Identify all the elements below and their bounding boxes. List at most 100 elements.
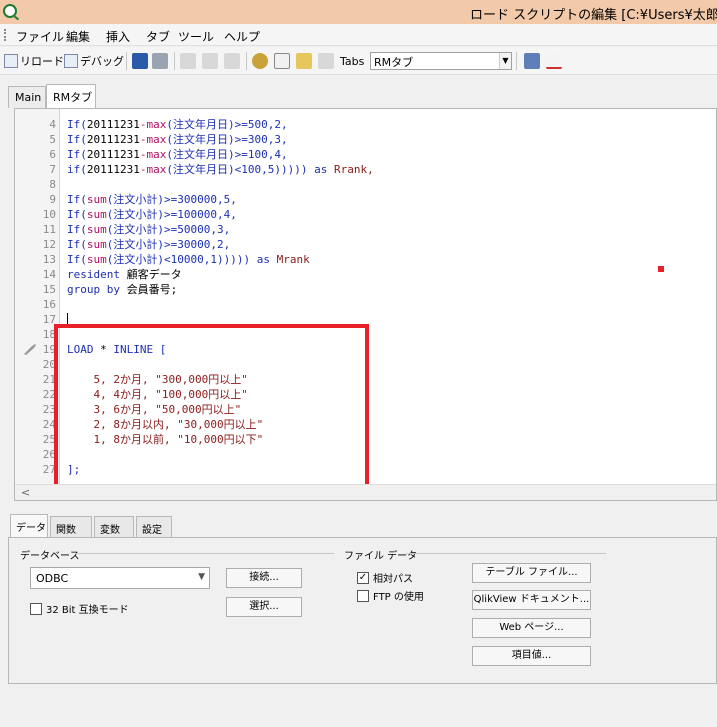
- line-number: 22: [42, 388, 56, 401]
- file-data-divider: [406, 553, 606, 554]
- horizontal-scrollbar[interactable]: <: [15, 484, 716, 500]
- relative-path-checkbox[interactable]: ✓ 相対パス: [357, 570, 413, 585]
- code-text: If(sum(注文小計)<10000,1))))) as Mrank: [67, 253, 310, 266]
- toolbar-separator: [126, 52, 127, 70]
- code-line[interactable]: 9 If(sum(注文小計)>=300000,5,: [15, 192, 715, 207]
- qlikview-app-icon: [3, 4, 17, 18]
- chevron-down-icon: ▼: [198, 572, 205, 582]
- code-line[interactable]: 4 If(20111231-max(注文年月日)>=500,2,: [15, 117, 715, 132]
- line-number: 25: [42, 433, 56, 446]
- code-line[interactable]: 15 group by 会員番号;: [15, 282, 715, 297]
- tab-right-icon[interactable]: [318, 53, 334, 69]
- tab-main[interactable]: Main: [8, 86, 46, 108]
- table-file-button[interactable]: テーブル ファイル...: [472, 563, 591, 583]
- tab-variables[interactable]: 変数: [94, 516, 134, 537]
- compat-checkbox[interactable]: 32 Bit 互換モード: [30, 601, 129, 616]
- menu-edit[interactable]: 編集: [66, 28, 90, 45]
- menu-tools[interactable]: ツール: [178, 28, 214, 45]
- line-number: 16: [42, 298, 56, 311]
- reload-button[interactable]: リロード: [4, 52, 64, 70]
- debug-icon: [64, 54, 78, 68]
- menu-help[interactable]: ヘルプ: [224, 28, 260, 45]
- line-number: 12: [42, 238, 56, 251]
- print-icon[interactable]: [152, 53, 168, 69]
- file-data-group-label: ファイル データ: [344, 551, 418, 562]
- toolbar-separator: [516, 52, 517, 70]
- chevron-down-icon[interactable]: ▼: [499, 53, 511, 69]
- menu-insert[interactable]: 挿入: [106, 28, 130, 45]
- code-text: resident 顧客データ: [67, 268, 182, 281]
- menu-file[interactable]: ファイル: [16, 28, 64, 45]
- compat-checkbox-box[interactable]: [30, 602, 42, 615]
- code-line[interactable]: 8: [15, 177, 715, 192]
- select-button[interactable]: 選択...: [226, 597, 302, 617]
- code-line[interactable]: 14 resident 顧客データ: [15, 267, 715, 282]
- line-number: 14: [42, 268, 56, 281]
- relative-path-label: 相対パス: [373, 574, 413, 585]
- connect-button[interactable]: 接続...: [226, 568, 302, 588]
- code-line[interactable]: 11 If(sum(注文小計)>=50000,3,: [15, 222, 715, 237]
- tab-left-icon[interactable]: [296, 53, 312, 69]
- tab-functions[interactable]: 関数: [50, 516, 92, 537]
- line-number: 11: [42, 223, 56, 236]
- ftp-label: FTP の使用: [373, 592, 424, 603]
- web-page-button[interactable]: Web ページ...: [472, 618, 591, 638]
- line-number: 23: [42, 403, 56, 416]
- reload-icon: [4, 54, 18, 68]
- line-number: 26: [42, 448, 56, 461]
- code-line[interactable]: 7 if(20111231-max(注文年月日)<100,5))))) as Rr…: [15, 162, 715, 177]
- highlight-box: [54, 324, 369, 492]
- debug-label: デバッグ: [80, 55, 124, 68]
- ftp-checkbox-box[interactable]: [357, 589, 369, 602]
- code-text: group by 会員番号;: [67, 283, 178, 296]
- tab-settings[interactable]: 設定: [136, 516, 172, 537]
- save-icon[interactable]: [132, 53, 148, 69]
- line-number: 15: [42, 283, 56, 296]
- table-viewer-icon[interactable]: [524, 53, 540, 69]
- code-text: If(sum(注文小計)>=100000,4,: [67, 208, 237, 221]
- copy-icon[interactable]: [202, 53, 218, 69]
- code-line[interactable]: 5 If(20111231-max(注文年月日)>=300,3,: [15, 132, 715, 147]
- line-number: 20: [42, 358, 56, 371]
- cut-icon[interactable]: [180, 53, 196, 69]
- search-icon[interactable]: [252, 53, 268, 69]
- qlikview-document-button[interactable]: QlikView ドキュメント...: [472, 590, 591, 610]
- code-line[interactable]: 6 If(20111231-max(注文年月日)>=100,4,: [15, 147, 715, 162]
- tab-select[interactable]: RMタブ ▼: [370, 52, 512, 70]
- line-number: 4: [49, 118, 56, 131]
- code-text: If(sum(注文小計)>=50000,3,: [67, 223, 231, 236]
- menu-bar: ファイル 編集 挿入 タブ ツール ヘルプ: [0, 24, 717, 46]
- line-number: 8: [49, 178, 56, 191]
- code-line[interactable]: 13 If(sum(注文小計)<10000,1))))) as Mrank: [15, 252, 715, 267]
- menu-tab[interactable]: タブ: [146, 28, 170, 45]
- code-text: If(sum(注文小計)>=300000,5,: [67, 193, 237, 206]
- compat-checkbox-label: 32 Bit 互換モード: [46, 605, 129, 616]
- database-select[interactable]: ODBC ▼: [30, 567, 210, 589]
- paste-icon[interactable]: [224, 53, 240, 69]
- database-divider: [76, 553, 334, 554]
- red-marker: [658, 266, 664, 272]
- syntax-check-icon[interactable]: [546, 53, 562, 69]
- code-text: If(sum(注文小計)>=30000,2,: [67, 238, 231, 251]
- new-tab-icon[interactable]: [274, 53, 290, 69]
- title-bar: ロード スクリプトの編集 [C:¥Users¥太郎: [0, 0, 717, 24]
- tab-select-value: RMタブ: [374, 56, 414, 69]
- code-text: If(20111231-max(注文年月日)>=100,4,: [67, 148, 288, 161]
- line-number: 24: [42, 418, 56, 431]
- tabs-label: Tabs: [340, 54, 365, 68]
- toolbar: リロード デバッグ Tabs: [0, 47, 717, 75]
- script-editor[interactable]: 4 If(20111231-max(注文年月日)>=500,2, 5 If(20111…: [14, 108, 717, 501]
- tab-rm[interactable]: RMタブ: [46, 84, 96, 108]
- scroll-left-icon[interactable]: <: [21, 486, 30, 499]
- menu-grip-icon: [4, 29, 6, 41]
- tab-data[interactable]: データ: [10, 514, 48, 537]
- field-value-button[interactable]: 項目値...: [472, 646, 591, 666]
- code-line[interactable]: 10 If(sum(注文小計)>=100000,4,: [15, 207, 715, 222]
- debug-button[interactable]: デバッグ: [64, 52, 124, 70]
- code-line[interactable]: 12 If(sum(注文小計)>=30000,2,: [15, 237, 715, 252]
- code-line[interactable]: 16: [15, 297, 715, 312]
- code-text: if(20111231-max(注文年月日)<100,5))))) as Rra…: [67, 163, 374, 176]
- ftp-checkbox[interactable]: FTP の使用: [357, 588, 424, 603]
- code-text: If(20111231-max(注文年月日)>=500,2,: [67, 118, 288, 131]
- check-icon[interactable]: ✓: [357, 571, 369, 584]
